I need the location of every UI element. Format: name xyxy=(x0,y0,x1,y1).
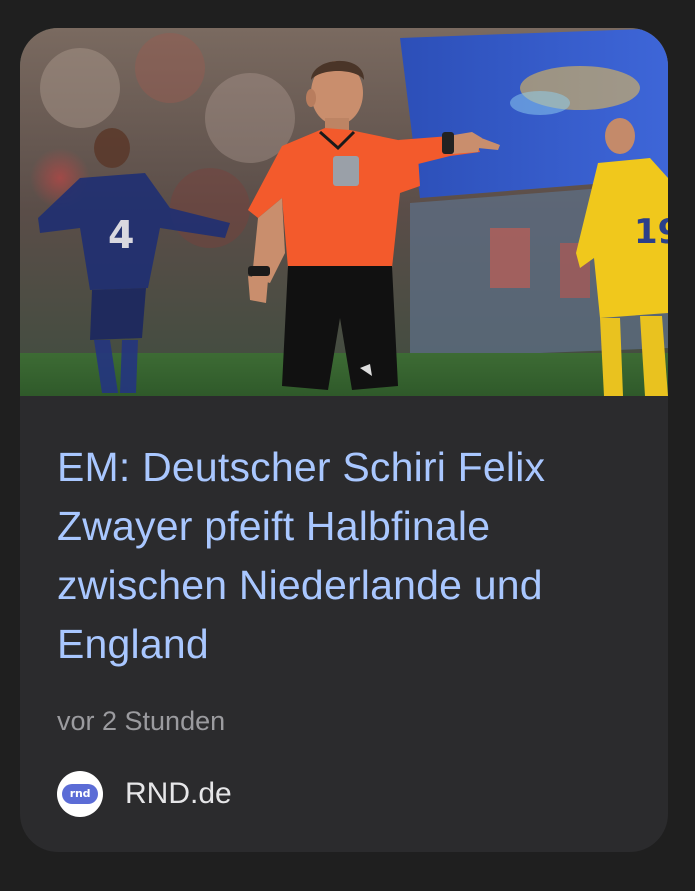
news-card[interactable]: 4 19 xyxy=(20,28,668,852)
source-logo: rnd xyxy=(57,771,103,817)
article-image[interactable]: 4 19 xyxy=(20,28,668,396)
svg-text:19: 19 xyxy=(634,212,668,252)
referee-photo: 4 19 xyxy=(20,28,668,396)
article-time: vor 2 Stunden xyxy=(57,706,226,736)
source-name[interactable]: RND.de xyxy=(125,777,232,811)
svg-text:4: 4 xyxy=(108,213,134,257)
source-logo-text: rnd xyxy=(62,784,98,804)
article-source[interactable]: rnd RND.de xyxy=(57,770,232,818)
article-headline[interactable]: EM: Deutscher Schiri Felix Zwayer pfeift… xyxy=(57,438,647,674)
